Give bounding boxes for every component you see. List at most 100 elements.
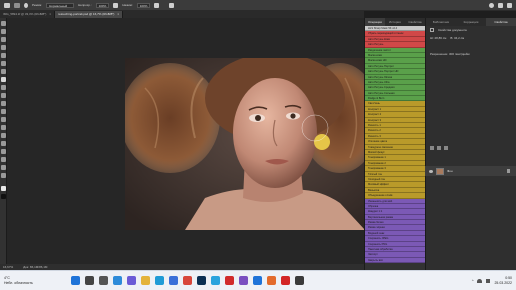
type-tool-icon[interactable] [1, 141, 6, 146]
chevron-up-icon[interactable]: ^ [472, 279, 474, 283]
filter-icon[interactable] [430, 146, 434, 150]
windows-icon[interactable] [70, 276, 80, 285]
telegram-icon[interactable] [210, 276, 220, 285]
lasso-tool-icon[interactable] [1, 37, 6, 42]
pen-tool-icon[interactable] [1, 133, 6, 138]
gradient-tool-icon[interactable] [1, 109, 6, 114]
action-item[interactable]: Закрыть всё [365, 257, 425, 264]
workspace-icon[interactable] [498, 2, 503, 8]
eraser-tool-icon[interactable] [1, 101, 6, 106]
mail-icon[interactable] [252, 276, 262, 285]
actions-panel: Операции История Свойства HLS Sharp Mask… [364, 18, 425, 270]
photoshop-icon[interactable] [196, 276, 206, 285]
opacity-field[interactable]: 100% [95, 2, 110, 8]
action-list: HLS Sharp Mask 5K v2.4 Убрать переходящий… [365, 26, 425, 264]
background-color-swatch[interactable] [1, 194, 6, 199]
search-icon[interactable] [84, 276, 94, 285]
options-bar: Режим: Нормальный Непрозр.: 100% Нажим: … [0, 0, 516, 11]
task-view-icon[interactable] [98, 276, 108, 285]
system-tray: ^ 0:50 25.03.2022 [472, 276, 516, 285]
shape-tool-icon[interactable] [1, 157, 6, 162]
brush-cursor [314, 134, 330, 150]
flow-field[interactable]: 100% [136, 2, 151, 8]
lock-icon[interactable] [437, 146, 441, 150]
history-brush-tool-icon[interactable] [1, 93, 6, 98]
airbrush-icon[interactable] [154, 2, 160, 8]
properties-height[interactable]: В: 34,2 см [450, 36, 464, 40]
taskbar-apps [68, 276, 306, 285]
eye-icon[interactable] [429, 169, 433, 173]
layer-row[interactable]: Фон [425, 166, 516, 176]
share-icon[interactable] [507, 2, 512, 8]
edge-icon[interactable] [154, 276, 164, 285]
properties-panel: Библиотеки Коррекция Свойства Свойства д… [425, 18, 516, 270]
eyedropper-tool-icon[interactable] [1, 61, 6, 66]
opera-icon[interactable] [224, 276, 234, 285]
clock[interactable]: 0:50 25.03.2022 [494, 276, 512, 285]
foreground-color-swatch[interactable] [1, 186, 6, 191]
store-icon[interactable] [168, 276, 178, 285]
brush-tool-icon[interactable] [1, 77, 6, 82]
tab-label: retouching-portrait.psd @ 16,7% (RGB/8*) [58, 12, 115, 16]
tab-label: IMG_5894.tif @ 33,3% (RGB/8*) [3, 12, 47, 16]
zoom-tool-icon[interactable] [1, 173, 6, 178]
properties-size-row: Ш: 48,86 см В: 34,2 см [426, 34, 516, 42]
tab-actions[interactable]: Операции [365, 18, 385, 26]
close-icon[interactable]: × [49, 11, 51, 18]
clone-stamp-tool-icon[interactable] [1, 85, 6, 90]
mode-label: Режим: [32, 3, 43, 7]
clock-date: 25.03.2022 [494, 280, 512, 285]
properties-resolution: Разрешение: 300 пикс/дюйм [430, 52, 470, 56]
tab-properties[interactable]: Свойства [486, 18, 516, 26]
dodge-tool-icon[interactable] [1, 125, 6, 130]
tools-panel [0, 18, 7, 264]
close-icon[interactable]: × [117, 11, 119, 18]
tab-libraries[interactable]: Библиотеки [426, 18, 456, 26]
volume-icon[interactable] [486, 278, 491, 283]
flow-label: Нажим: [122, 3, 133, 7]
portrait-photo[interactable] [125, 58, 371, 230]
tab-document-2[interactable]: retouching-portrait.psd @ 16,7% (RGB/8*)… [55, 11, 124, 18]
properties-header: Свойства документа [426, 26, 516, 34]
hand-tool-icon[interactable] [1, 165, 6, 170]
tab-document-1[interactable]: IMG_5894.tif @ 33,3% (RGB/8*) × [0, 11, 56, 18]
yandex-icon[interactable] [280, 276, 290, 285]
chat-icon[interactable] [126, 276, 136, 285]
explorer-icon[interactable] [140, 276, 150, 285]
tab-properties-small[interactable]: Свойства [405, 18, 425, 26]
windows-taskbar: 4°C Небл. облачность ^ 0:50 25.03.2022 [0, 270, 516, 290]
brush-tool-icon[interactable] [14, 2, 20, 8]
crop-tool-icon[interactable] [1, 53, 6, 58]
portrait-image [125, 58, 371, 230]
fill-icon[interactable] [444, 146, 448, 150]
mode-select[interactable]: Нормальный [46, 2, 75, 8]
chrome-icon[interactable] [182, 276, 192, 285]
opacity-label: Непрозр.: [78, 3, 92, 7]
search-icon[interactable] [489, 2, 494, 8]
quick-select-tool-icon[interactable] [1, 45, 6, 50]
bridge-icon[interactable] [294, 276, 304, 285]
move-tool-icon[interactable] [1, 21, 6, 26]
document-icon [430, 28, 434, 32]
properties-resolution-row: Разрешение: 300 пикс/дюйм [426, 50, 516, 58]
zoom-level[interactable]: 16,67% [3, 265, 13, 269]
marquee-tool-icon[interactable] [1, 29, 6, 34]
symmetry-icon[interactable] [169, 2, 175, 8]
healing-brush-tool-icon[interactable] [1, 69, 6, 74]
home-icon[interactable] [4, 2, 10, 8]
layer-name[interactable]: Фон [447, 169, 453, 173]
widgets-icon[interactable] [112, 276, 122, 285]
weather-widget[interactable]: 4°C Небл. облачность [0, 276, 60, 285]
wifi-icon[interactable] [477, 278, 483, 283]
tab-adjustments[interactable]: Коррекция [456, 18, 486, 26]
path-selection-tool-icon[interactable] [1, 149, 6, 154]
properties-width[interactable]: Ш: 48,86 см [430, 36, 446, 40]
viber-icon[interactable] [238, 276, 248, 285]
brush-size-icon[interactable] [24, 2, 28, 8]
media-icon[interactable] [266, 276, 276, 285]
tab-history[interactable]: История [385, 18, 405, 26]
properties-title: Свойства документа [438, 28, 467, 32]
blur-tool-icon[interactable] [1, 117, 6, 122]
pressure-opacity-icon[interactable] [113, 2, 119, 8]
document-size: Док: 86,1M/86,1M [23, 265, 48, 269]
